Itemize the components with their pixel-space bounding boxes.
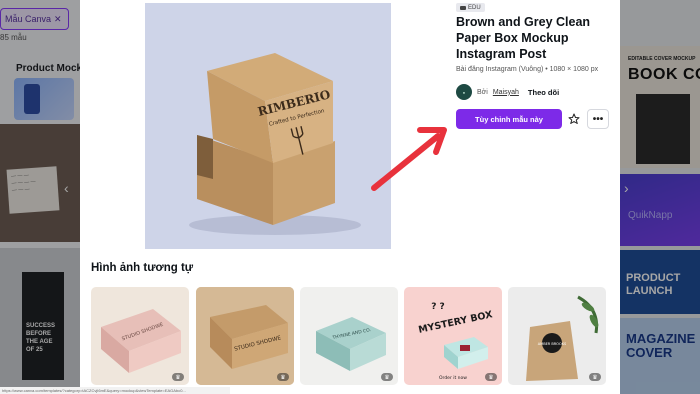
author-link[interactable]: Maisyah xyxy=(493,89,519,96)
similar-template-card[interactable]: STUDIO SHODWE ♛ xyxy=(91,287,189,385)
similar-template-card[interactable]: AMBER BROOKS ♛ xyxy=(508,287,606,385)
edu-badge-label: EDU xyxy=(468,4,481,11)
graduation-cap-icon xyxy=(460,5,466,10)
pink-box-graphic: STUDIO SHODWE xyxy=(101,309,181,373)
box-sublabel: Order it now xyxy=(439,375,467,381)
star-icon xyxy=(568,113,580,124)
author-row: ● Bởi Maisyah Theo dõi xyxy=(456,83,559,101)
edu-badge: EDU xyxy=(456,3,485,12)
star-button[interactable] xyxy=(564,109,584,129)
crown-icon: ♛ xyxy=(172,373,184,381)
mystery-box-graphic: ? ? MYSTERY BOX Order it now xyxy=(417,302,494,381)
by-label: Bởi xyxy=(477,88,488,96)
similar-images-heading: Hình ảnh tương tự xyxy=(91,262,194,274)
kraft-box-graphic: STUDIO SHODWE xyxy=(196,287,294,385)
follow-button[interactable]: Theo dõi xyxy=(528,88,559,97)
crown-icon: ♛ xyxy=(485,373,497,381)
paper-bag-graphic: AMBER BROOKS xyxy=(526,295,599,381)
template-title: Brown and Grey Clean Paper Box Mockup In… xyxy=(456,15,591,61)
crown-icon: ♛ xyxy=(381,373,393,381)
similar-template-card[interactable]: THYNNE AND CO. ♛ xyxy=(300,287,398,385)
more-options-button[interactable]: ••• xyxy=(587,109,609,129)
avatar[interactable]: ● xyxy=(456,84,472,100)
customize-template-button[interactable]: Tùy chỉnh mẫu này xyxy=(456,109,562,129)
svg-text:? ?: ? ? xyxy=(431,302,445,312)
template-preview-modal: RIMBERIO Crafted to Perfection EDU Brown… xyxy=(80,0,620,394)
teal-box-graphic: THYNNE AND CO. xyxy=(316,317,386,371)
bag-label: AMBER BROOKS xyxy=(538,342,567,346)
similar-template-card[interactable]: ? ? MYSTERY BOX Order it now ♛ xyxy=(404,287,502,385)
similar-template-card[interactable]: STUDIO SHODWE ♛ xyxy=(196,287,294,385)
red-arrow-annotation xyxy=(371,127,447,191)
crown-icon: ♛ xyxy=(589,373,601,381)
box-label: MYSTERY BOX xyxy=(417,309,494,336)
browser-status-url: https://www.canva.com/templates/?categor… xyxy=(0,387,230,394)
template-subtitle: Bài đăng Instagram (Vuông) • 1080 × 1080… xyxy=(456,66,599,73)
crown-icon: ♛ xyxy=(277,373,289,381)
